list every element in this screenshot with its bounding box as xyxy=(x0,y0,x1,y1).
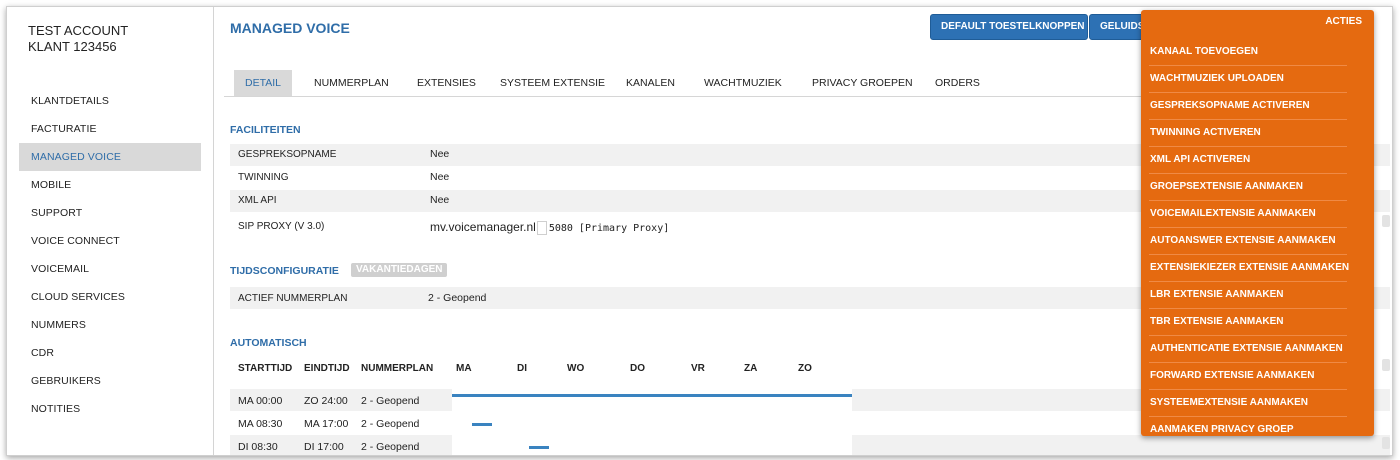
day-header-wo: WO xyxy=(567,363,585,374)
sidebar-item-support[interactable]: SUPPORT xyxy=(19,199,201,227)
facility-value: Nee xyxy=(430,171,450,183)
facility-label: SIP PROXY (V 3.0) xyxy=(238,221,325,232)
sidebar-item-managed-voice[interactable]: MANAGED VOICE xyxy=(19,143,201,171)
day-header-zo: ZO xyxy=(798,363,812,374)
tijdsconfiguratie-heading: TIJDSCONFIGURATIE xyxy=(230,265,339,277)
col-header-starttijd: STARTTIJD xyxy=(238,363,293,374)
tab-systeem-extensie[interactable]: SYSTEEM EXTENSIE xyxy=(500,70,605,96)
schedule-plan: 2 - Geopend xyxy=(361,441,420,453)
menu-item-tbr-extensie-aanmaken[interactable]: TBR EXTENSIE AANMAKEN xyxy=(1149,309,1347,336)
timeline-bar xyxy=(529,446,549,449)
sidebar-item-facturatie[interactable]: FACTURATIE xyxy=(19,115,201,143)
menu-item-gespreksopname-activeren[interactable]: GESPREKSOPNAME ACTIVEREN xyxy=(1149,93,1347,120)
menu-item-wachtmuziek-uploaden[interactable]: WACHTMUZIEK UPLOADEN xyxy=(1149,66,1347,93)
col-header-eindtijd: EINDTIJD xyxy=(304,363,350,374)
vakantiedagen-badge[interactable]: VAKANTIEDAGEN xyxy=(351,263,448,277)
tab-nummerplan[interactable]: NUMMERPLAN xyxy=(314,70,389,96)
day-header-do: DO xyxy=(630,363,645,374)
account-name: TEST ACCOUNT xyxy=(28,23,129,38)
sidebar-item-gebruikers[interactable]: GEBRUIKERS xyxy=(19,367,201,395)
menu-item-groepsextensie-aanmaken[interactable]: GROEPSEXTENSIE AANMAKEN xyxy=(1149,174,1347,201)
schedule-timeline xyxy=(452,412,852,434)
schedule-start: MA 08:30 xyxy=(238,418,283,430)
timeline-bar xyxy=(472,423,492,426)
menu-item-extensiekiezer-extensie-aanmaken[interactable]: EXTENSIEKIEZER EXTENSIE AANMAKEN xyxy=(1149,255,1349,282)
default-toestelknoppen-button[interactable]: DEFAULT TOESTELKNOPPEN xyxy=(930,14,1088,40)
menu-item-kanaal-toevoegen[interactable]: KANAAL TOEVOEGEN xyxy=(1149,39,1347,66)
menu-item-voicemailextensie-aanmaken[interactable]: VOICEMAILEXTENSIE AANMAKEN xyxy=(1149,201,1347,228)
day-header-di: DI xyxy=(517,363,527,374)
sip-proxy-host: mv.voicemanager.nl xyxy=(430,220,536,234)
account-info: TEST ACCOUNT KLANT 123456 xyxy=(28,23,128,55)
automatisch-heading: AUTOMATISCH xyxy=(230,337,307,349)
sidebar-item-cdr[interactable]: CDR xyxy=(19,339,201,367)
schedule-plan: 2 - Geopend xyxy=(361,418,420,430)
copy-field[interactable] xyxy=(536,221,547,236)
facility-value: Nee xyxy=(430,148,450,160)
menu-item-lbr-extensie-aanmaken[interactable]: LBR EXTENSIE AANMAKEN xyxy=(1149,282,1347,309)
sidebar-item-nummers[interactable]: NUMMERS xyxy=(19,311,201,339)
tab-privacy-groepen[interactable]: PRIVACY GROEPEN xyxy=(812,70,913,96)
sip-proxy-value: mv.voicemanager.nl 5080 [Primary Proxy] xyxy=(430,220,670,236)
col-header-nummerplan: NUMMERPLAN xyxy=(361,363,434,374)
schedule-start: MA 00:00 xyxy=(238,395,283,407)
schedule-end: MA 17:00 xyxy=(304,418,349,430)
menu-item-systeemextensie-aanmaken[interactable]: SYSTEEMEXTENSIE AANMAKEN xyxy=(1149,390,1347,417)
sidebar-item-mobile[interactable]: MOBILE xyxy=(19,171,201,199)
scroll-hint xyxy=(1382,437,1390,449)
facility-value: Nee xyxy=(430,194,450,206)
menu-item-xml-api-activeren[interactable]: XML API ACTIVEREN xyxy=(1149,147,1347,174)
tab-wachtmuziek[interactable]: WACHTMUZIEK xyxy=(704,70,782,96)
page-title: MANAGED VOICE xyxy=(230,20,350,36)
tab-kanalen[interactable]: KANALEN xyxy=(626,70,675,96)
scroll-hint xyxy=(1382,359,1390,371)
scroll-hint xyxy=(1382,215,1390,227)
menu-item-authenticatie-extensie-aanmaken[interactable]: AUTHENTICATIE EXTENSIE AANMAKEN xyxy=(1149,336,1347,363)
actief-nummerplan-label: ACTIEF NUMMERPLAN xyxy=(238,293,348,304)
customer-number: KLANT 123456 xyxy=(28,39,117,54)
sidebar-item-voicemail[interactable]: VOICEMAIL xyxy=(19,255,201,283)
sidebar-item-klantdetails[interactable]: KLANTDETAILS xyxy=(19,87,201,115)
day-header-ma: MA xyxy=(456,363,472,374)
schedule-timeline xyxy=(452,435,852,455)
sidebar: TEST ACCOUNT KLANT 123456 KLANTDETAILS F… xyxy=(7,7,214,455)
sidebar-item-cloud-services[interactable]: CLOUD SERVICES xyxy=(19,283,201,311)
sidebar-item-voice-connect[interactable]: VOICE CONNECT xyxy=(19,227,201,255)
menu-item-autoanswer-extensie-aanmaken[interactable]: AUTOANSWER EXTENSIE AANMAKEN xyxy=(1149,228,1347,255)
day-header-za: ZA xyxy=(744,363,758,374)
actions-dropdown: ACTIES KANAAL TOEVOEGEN WACHTMUZIEK UPLO… xyxy=(1141,10,1374,436)
menu-item-forward-extensie-aanmaken[interactable]: FORWARD EXTENSIE AANMAKEN xyxy=(1149,363,1347,390)
schedule-start: DI 08:30 xyxy=(238,441,278,453)
facility-label: GESPREKSOPNAME xyxy=(238,149,337,160)
menu-item-aanmaken-privacy-groep[interactable]: AANMAKEN PRIVACY GROEP xyxy=(1149,417,1347,443)
schedule-end: DI 17:00 xyxy=(304,441,344,453)
schedule-plan: 2 - Geopend xyxy=(361,395,420,407)
menu-item-twinning-activeren[interactable]: TWINNING ACTIVEREN xyxy=(1149,120,1347,147)
facility-label: TWINNING xyxy=(238,172,289,183)
sidebar-nav: KLANTDETAILS FACTURATIE MANAGED VOICE MO… xyxy=(19,87,201,423)
schedule-timeline xyxy=(452,389,852,411)
tab-extensies[interactable]: EXTENSIES xyxy=(417,70,476,96)
actions-title[interactable]: ACTIES xyxy=(1325,16,1362,27)
actief-nummerplan-value: 2 - Geopend xyxy=(428,292,487,304)
sidebar-item-notities[interactable]: NOTITIES xyxy=(19,395,201,423)
tab-orders[interactable]: ORDERS xyxy=(935,70,980,96)
faciliteiten-heading: FACILITEITEN xyxy=(230,124,301,136)
day-header-vr: VR xyxy=(691,363,705,374)
facility-label: XML API xyxy=(238,195,277,206)
tab-detail[interactable]: DETAIL xyxy=(234,70,292,96)
timeline-bar xyxy=(452,394,852,397)
sip-proxy-port: 5080 [Primary Proxy] xyxy=(548,223,670,234)
actions-menu: KANAAL TOEVOEGEN WACHTMUZIEK UPLOADEN GE… xyxy=(1149,39,1349,443)
schedule-end: ZO 24:00 xyxy=(304,395,348,407)
